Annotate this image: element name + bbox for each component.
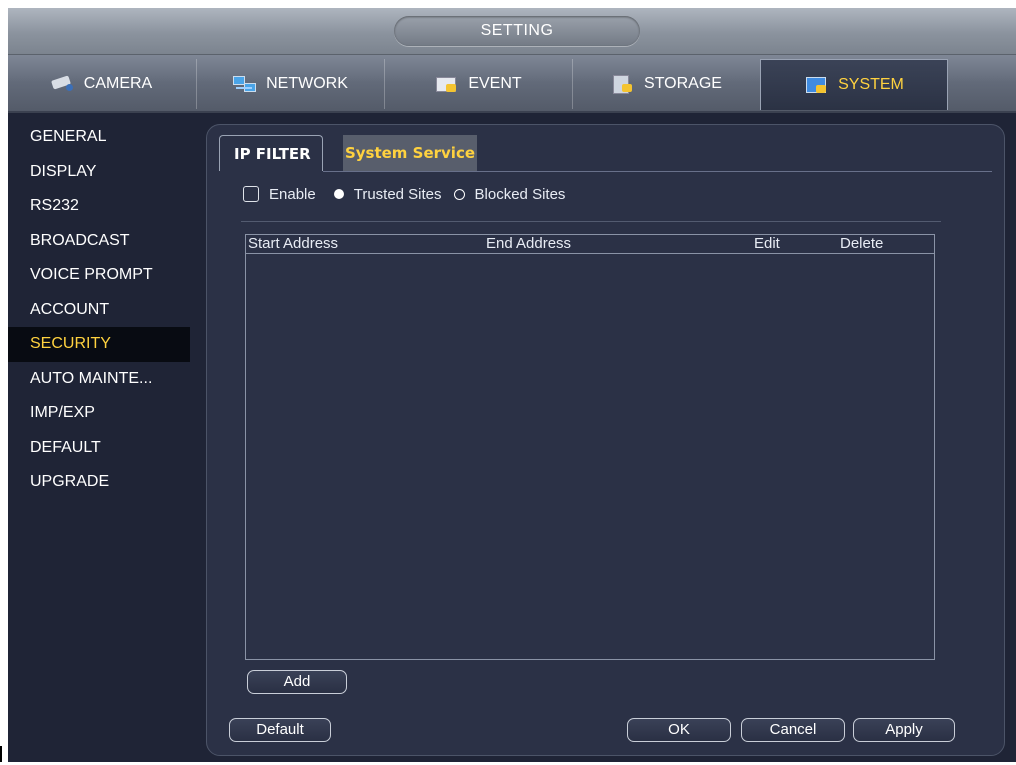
filter-options: Enable Trusted Sites Blocked Sites: [243, 177, 565, 211]
subtab-underline: [323, 171, 992, 172]
table-header: Start Address End Address Edit Delete: [246, 235, 934, 254]
column-delete: Delete: [840, 235, 884, 252]
tab-system[interactable]: SYSTEM: [760, 59, 948, 110]
column-start-address: Start Address: [248, 235, 339, 252]
cancel-button[interactable]: Cancel: [741, 718, 845, 742]
ok-button[interactable]: OK: [627, 718, 731, 742]
tab-event[interactable]: EVENT: [384, 59, 571, 109]
trusted-sites-label: Trusted Sites: [353, 185, 442, 203]
blocked-sites-radio[interactable]: [453, 188, 465, 200]
apply-button[interactable]: Apply: [853, 718, 955, 742]
sidebar-item-security[interactable]: SECURITY: [8, 327, 190, 362]
trusted-sites-radio[interactable]: [333, 189, 344, 199]
column-edit: Edit: [754, 235, 780, 252]
sidebar: GENERAL DISPLAY RS232 BROADCAST VOICE PR…: [8, 120, 190, 500]
main-tab-bar: CAMERA NETWORK EVENT STORAGE SYSTEM: [8, 55, 1016, 113]
default-button[interactable]: Default: [229, 718, 331, 742]
network-icon: [232, 74, 258, 94]
enable-checkbox[interactable]: [243, 186, 259, 202]
window-title: SETTING: [394, 16, 640, 46]
sidebar-item-default[interactable]: DEFAULT: [8, 431, 190, 466]
tab-camera-label: CAMERA: [83, 75, 153, 92]
sidebar-item-voice-prompt[interactable]: VOICE PROMPT: [8, 258, 190, 293]
tab-event-label: EVENT: [468, 75, 522, 92]
subtab-system-service[interactable]: System Service: [343, 135, 477, 171]
tab-network-label: NETWORK: [266, 75, 348, 92]
ip-filter-table: Start Address End Address Edit Delete: [245, 234, 935, 660]
tab-system-label: SYSTEM: [838, 76, 904, 93]
text-cursor: [0, 746, 2, 762]
sidebar-item-broadcast[interactable]: BROADCAST: [8, 224, 190, 259]
sidebar-item-rs232[interactable]: RS232: [8, 189, 190, 224]
camera-icon: [50, 74, 76, 94]
sidebar-item-account[interactable]: ACCOUNT: [8, 293, 190, 328]
system-icon: [804, 75, 830, 95]
tab-network[interactable]: NETWORK: [196, 59, 383, 109]
storage-icon: [610, 74, 636, 94]
sidebar-item-auto-maintain[interactable]: AUTO MAINTE...: [8, 362, 190, 397]
sidebar-item-imp-exp[interactable]: IMP/EXP: [8, 396, 190, 431]
tab-storage[interactable]: STORAGE: [572, 59, 759, 109]
add-button[interactable]: Add: [247, 670, 347, 694]
sidebar-item-upgrade[interactable]: UPGRADE: [8, 465, 190, 500]
enable-label: Enable: [269, 185, 316, 203]
sidebar-item-display[interactable]: DISPLAY: [8, 155, 190, 190]
sidebar-item-general[interactable]: GENERAL: [8, 120, 190, 155]
event-icon: [434, 74, 460, 94]
tab-camera[interactable]: CAMERA: [8, 59, 194, 109]
blocked-sites-label: Blocked Sites: [474, 185, 566, 203]
title-bar: SETTING: [8, 8, 1016, 55]
tab-storage-label: STORAGE: [644, 75, 722, 92]
settings-window: SETTING CAMERA NETWORK EVENT STORAGE SYS…: [8, 8, 1016, 762]
column-end-address: End Address: [486, 235, 572, 252]
subtab-ip-filter[interactable]: IP FILTER: [219, 135, 323, 171]
security-panel: IP FILTER System Service Enable Trusted …: [206, 124, 1005, 756]
options-divider: [241, 221, 941, 222]
